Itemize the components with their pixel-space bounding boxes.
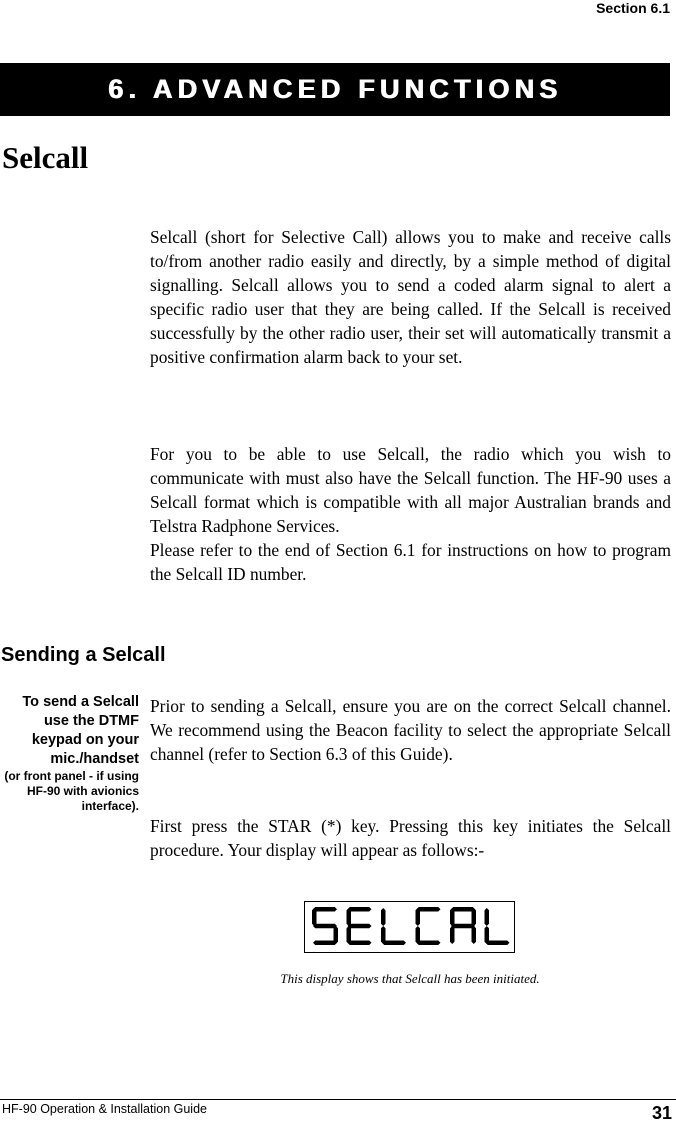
page-number: 31 (651, 1103, 672, 1123)
lcd-char (346, 907, 372, 945)
lcd-segment (347, 907, 372, 912)
lcd-segment (451, 923, 475, 929)
lcd-segment (347, 923, 372, 929)
lcd-segment (347, 940, 372, 945)
sending-paragraph-1: Prior to sending a Selcall, ensure you a… (150, 696, 671, 764)
lcd-segment (485, 940, 510, 945)
lcd-segment (346, 908, 351, 926)
sending-paragraph-2: First press the STAR (*) key. Pressing t… (150, 816, 671, 860)
lcd-segment (415, 908, 420, 926)
lcd-segment (451, 907, 475, 912)
side-note-primary: To send a Selcall use the DTMF keypad on… (22, 694, 139, 767)
lcd-segment (471, 908, 476, 926)
lcd-segment (450, 908, 455, 926)
lcd-segment (382, 940, 406, 945)
display-caption: This display shows that Selcall has been… (280, 971, 540, 986)
chapter-title: 6. ADVANCED FUNCTIONS (107, 74, 563, 104)
lcd-segment (416, 907, 441, 912)
lcd-segment (484, 908, 489, 926)
lcd-segment (416, 940, 441, 945)
lcd-segment (313, 923, 337, 929)
lcd-segment (313, 940, 337, 945)
lcd-display (304, 901, 515, 953)
lcd-char (484, 908, 510, 945)
side-note-secondary: (or front panel - if using HF-90 with av… (4, 769, 139, 813)
chapter-banner: 6. ADVANCED FUNCTIONS (0, 63, 670, 116)
lcd-segment-text (312, 907, 510, 945)
lcd-char (381, 908, 406, 945)
lcd-segment (313, 907, 337, 912)
intro-paragraph-3: Please refer to the end of Section 6.1 f… (150, 540, 671, 584)
section-label: Section 6.1 (596, 0, 670, 16)
lcd-segment (450, 926, 455, 944)
lcd-segment (312, 908, 317, 926)
section-subheading: Sending a Selcall (1, 644, 166, 666)
lcd-char (450, 907, 476, 944)
page-heading: Selcall (2, 140, 89, 175)
intro-paragraph-2: For you to be able to use Selcall, the r… (150, 444, 671, 536)
intro-paragraph-1: Selcall (short for Selective Call) allow… (150, 227, 671, 367)
side-note: To send a Selcall use the DTMF keypad on… (0, 693, 139, 814)
footer-divider (0, 1099, 676, 1100)
lcd-char (312, 907, 338, 945)
lcd-char (415, 907, 441, 945)
lcd-segment (381, 908, 386, 926)
lcd-segment (471, 926, 476, 944)
footer-guide-title: HF-90 Operation & Installation Guide (2, 1102, 207, 1116)
